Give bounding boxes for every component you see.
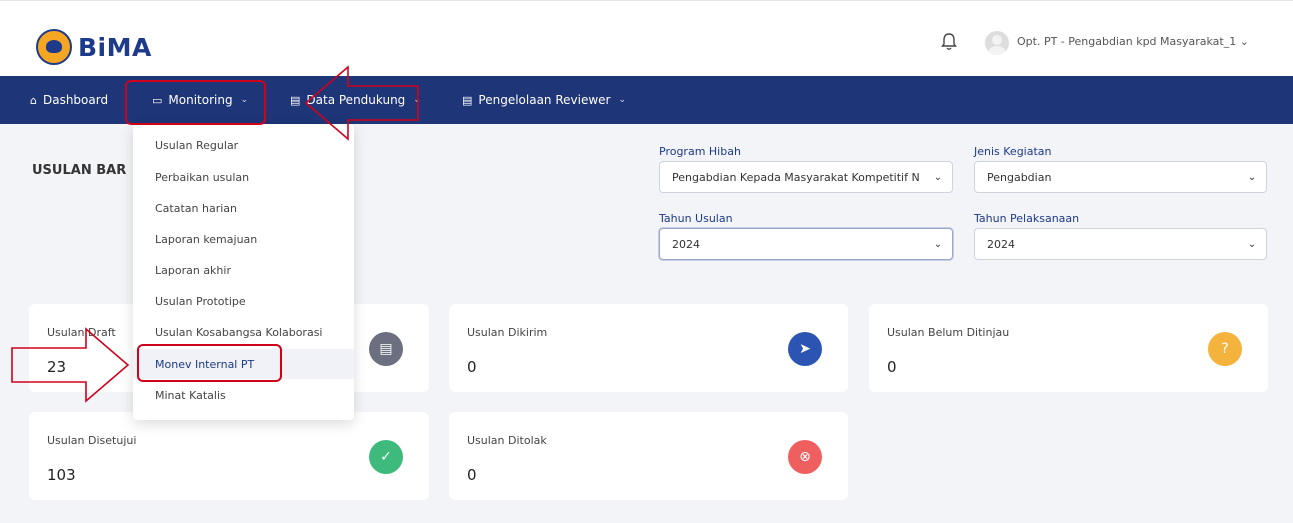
tahun-pelaksanaan-select[interactable]: 2024 ⌄ [974,228,1267,260]
jenis-kegiatan-value: Pengabdian [987,170,1052,184]
chevron-down-icon: ⌄ [1247,171,1257,183]
user-menu[interactable]: Opt. PT - Pengabdian kpd Masyarakat_1 ⌄ [1017,35,1249,48]
menu-item-perbaikan-usulan[interactable]: Perbaikan usulan [133,162,354,192]
menu-item-laporan-akhir[interactable]: Laporan akhir [133,255,354,285]
question-icon: ? [1208,332,1242,366]
logo-mark-icon [36,29,72,65]
nav-pengelolaan-reviewer-label: Pengelolaan Reviewer [478,93,611,107]
menu-item-catatan-harian[interactable]: Catatan harian [133,193,354,223]
home-icon: ⌂ [30,93,37,107]
annotation-box-monitoring [125,80,266,125]
user-avatar[interactable] [985,31,1009,55]
card-label: Usulan Dikirim [467,326,548,339]
jenis-kegiatan-label: Jenis Kegiatan [974,145,1052,158]
program-hibah-label: Program Hibah [659,145,741,158]
bima-logo[interactable]: BiMA [36,29,152,65]
card-label: Usulan Disetujui [47,434,137,447]
chevron-down-icon: ⌄ [933,171,943,183]
program-hibah-select[interactable]: Pengabdian Kepada Masyarakat Kompetitif … [659,161,953,193]
card-value: 103 [47,466,76,484]
card-usulan-ditolak[interactable]: Usulan Ditolak 0 ⊗ [449,412,848,500]
user-name-label: Opt. PT - Pengabdian kpd Masyarakat_1 [1017,35,1237,48]
chevron-down-icon: ⌄ [1239,35,1249,48]
menu-item-usulan-prototipe[interactable]: Usulan Prototipe [133,286,354,316]
annotation-arrow-right-icon [11,327,130,403]
tahun-pelaksanaan-label: Tahun Pelaksanaan [974,212,1080,225]
menu-item-laporan-kemajuan[interactable]: Laporan kemajuan [133,224,354,254]
card-value: 0 [467,466,477,484]
card-label: Usulan Belum Ditinjau [887,326,1010,339]
chevron-down-icon: ⌄ [618,95,627,105]
bell-icon[interactable] [941,33,957,51]
card-usulan-dikirim[interactable]: Usulan Dikirim 0 ➤ [449,304,848,392]
tahun-usulan-select[interactable]: 2024 ⌄ [659,228,953,260]
nav-pengelolaan-reviewer[interactable]: ▤ Pengelolaan Reviewer ⌄ [462,76,626,124]
x-circle-icon: ⊗ [788,440,822,474]
top-header: BiMA Opt. PT - Pengabdian kpd Masyarakat… [0,0,1293,76]
card-value: 0 [467,358,477,376]
nav-dashboard-label: Dashboard [42,93,109,107]
card-label: Usulan Ditolak [467,434,547,447]
annotation-box-monev [137,344,282,382]
check-icon: ✓ [369,440,403,474]
card-value: 0 [887,358,897,376]
send-icon: ➤ [788,332,822,366]
chevron-down-icon: ⌄ [1247,238,1257,250]
document-icon: ▤ [369,332,403,366]
logo-text: BiMA [78,32,152,62]
tahun-pelaksanaan-value: 2024 [987,237,1015,251]
nav-dashboard[interactable]: ⌂ Dashboard [30,76,108,124]
file-icon: ▤ [462,93,473,107]
file-icon: ▤ [290,93,301,107]
tahun-usulan-label: Tahun Usulan [659,212,733,225]
jenis-kegiatan-select[interactable]: Pengabdian ⌄ [974,161,1267,193]
chevron-down-icon: ⌄ [933,238,943,250]
tahun-usulan-value: 2024 [672,237,700,251]
program-hibah-value: Pengabdian Kepada Masyarakat Kompetitif … [672,170,920,184]
page-title: USULAN BAR [32,163,127,178]
menu-item-usulan-kosabangsa-kolaborasi[interactable]: Usulan Kosabangsa Kolaborasi [133,317,354,347]
card-usulan-disetujui[interactable]: Usulan Disetujui 103 ✓ [29,412,429,500]
card-usulan-belum-ditinjau[interactable]: Usulan Belum Ditinjau 0 ? [869,304,1268,392]
menu-item-minat-katalis[interactable]: Minat Katalis [133,380,354,410]
annotation-arrow-left-icon [304,65,419,141]
